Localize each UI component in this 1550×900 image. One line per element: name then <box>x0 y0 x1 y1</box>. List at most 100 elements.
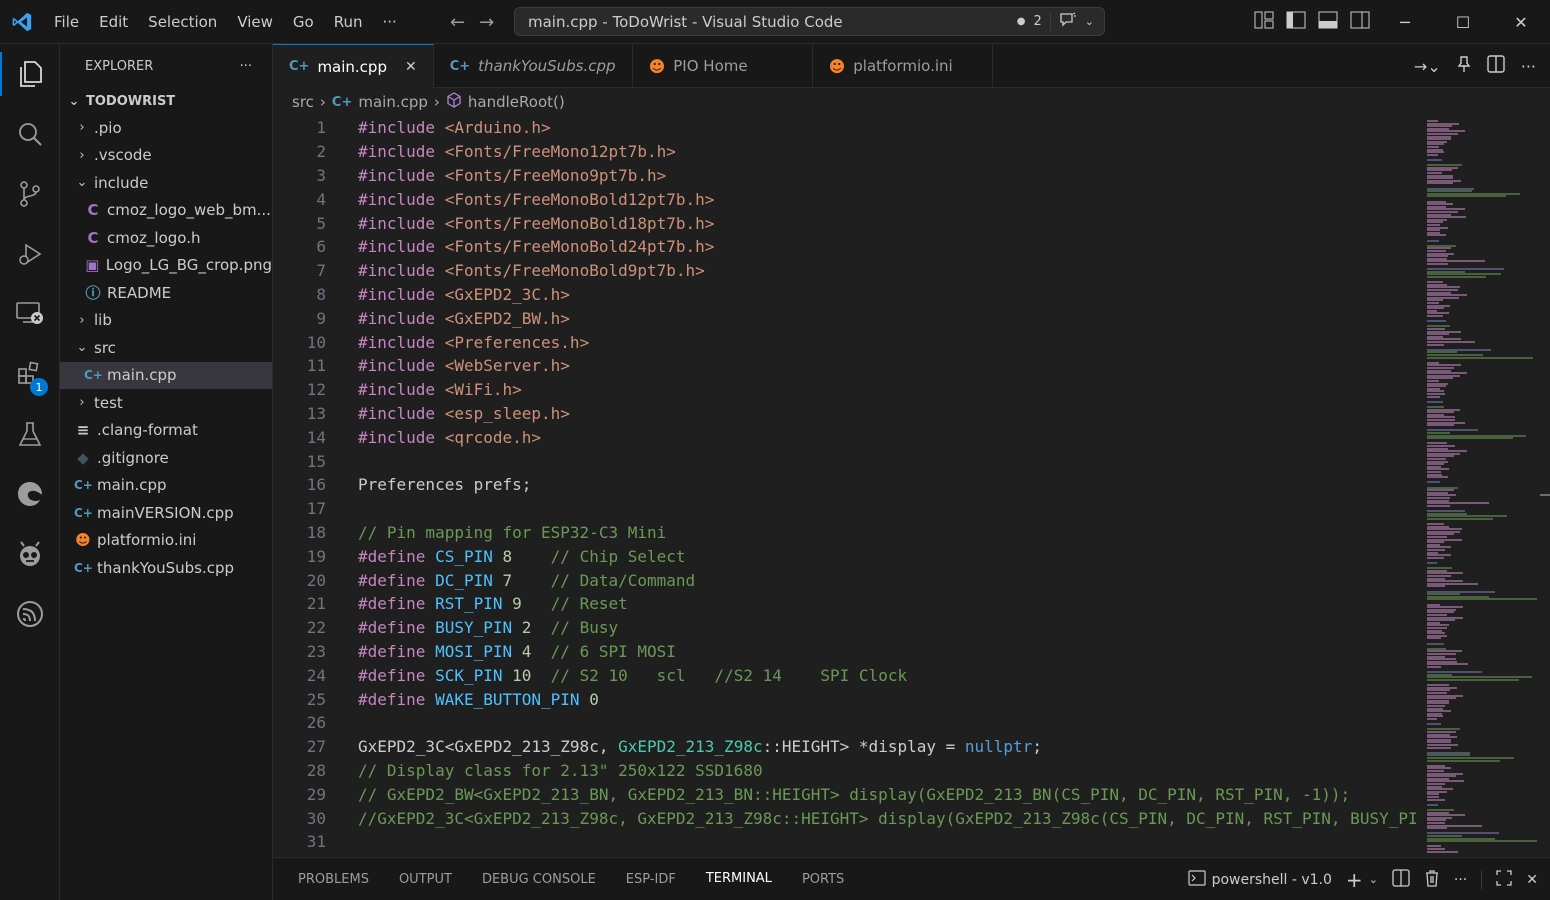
remote-explorer-icon[interactable] <box>0 284 60 344</box>
source-control-icon[interactable] <box>0 164 60 224</box>
file-item[interactable]: ⓘ README <box>60 279 272 307</box>
run-debug-icon[interactable] <box>0 224 60 284</box>
toggle-primary-sidebar-icon[interactable] <box>1286 11 1306 33</box>
chevron-down-icon[interactable]: ⌄ <box>1085 15 1094 28</box>
file-item[interactable]: C+ main.cpp <box>60 472 272 500</box>
workspace-folder-header[interactable]: ⌄ TODOWRIST <box>60 88 272 114</box>
tree-item-label: mainVERSION.cpp <box>97 503 234 522</box>
panel-tab-terminal[interactable]: TERMINAL <box>690 858 787 900</box>
code-token: RST_PIN <box>435 594 503 614</box>
close-panel-icon[interactable]: ✕ <box>1526 872 1538 888</box>
split-terminal-icon[interactable] <box>1392 868 1410 891</box>
code-token: // Busy <box>550 618 619 638</box>
cpp-file-icon: C+ <box>331 94 353 110</box>
platformio-file-icon: ☻ <box>828 56 846 76</box>
maximize-panel-icon[interactable] <box>1496 869 1512 890</box>
toggle-panel-icon[interactable] <box>1318 11 1338 33</box>
folder-item[interactable]: › lib <box>60 307 272 335</box>
panel-tab-output[interactable]: OUTPUT <box>384 858 467 900</box>
close-tab-icon[interactable]: ✕ <box>405 59 417 75</box>
menu-item-selection[interactable]: Selection <box>138 0 227 44</box>
edge-browser-icon[interactable] <box>0 464 60 524</box>
chevron-right-icon: › <box>79 312 85 328</box>
espressif-icon[interactable] <box>0 584 60 644</box>
folder-item[interactable]: ⌄ include <box>60 169 272 197</box>
folder-item[interactable]: ⌄ src <box>60 334 272 362</box>
code-text: // Display class for 2.13" 250x122 SSD16… <box>326 761 763 780</box>
code-token: #define <box>358 641 436 661</box>
folder-item[interactable]: › test <box>60 389 272 417</box>
editor-tab[interactable]: C+ thankYouSubs.cpp <box>434 44 633 88</box>
c-file-icon: C <box>87 228 99 247</box>
file-item[interactable]: ▣ Logo_LG_BG_crop.png <box>60 252 272 280</box>
pin-icon[interactable] <box>1457 55 1471 77</box>
search-icon[interactable] <box>0 104 60 164</box>
line-number: 1 <box>316 118 326 138</box>
explorer-icon[interactable] <box>0 44 60 104</box>
menu-item-edit[interactable]: Edit <box>89 0 138 44</box>
chat-icon[interactable] <box>1059 11 1077 32</box>
breadcrumb-file[interactable]: main.cpp <box>358 93 428 111</box>
code-line: 22 #define BUSY_PIN 2 // Busy <box>273 616 1423 640</box>
chevron-down-icon[interactable]: ⌄ <box>1369 873 1378 886</box>
run-arrow-icon[interactable]: →⌄ <box>1414 57 1441 76</box>
minimap[interactable] <box>1423 116 1550 857</box>
toggle-secondary-sidebar-icon[interactable] <box>1350 11 1370 33</box>
editor-tab[interactable]: ☻ platformio.ini <box>813 44 993 88</box>
platformio-icon[interactable] <box>0 524 60 584</box>
file-item[interactable]: Ccmoz_logo.h <box>60 224 272 252</box>
file-item[interactable]: ≡ .clang-format <box>60 417 272 445</box>
file-item[interactable]: C+ mainVERSION.cpp <box>60 499 272 527</box>
code-editor[interactable]: 1 #include <Arduino.h> 2 #include <Fonts/Fr… <box>273 116 1423 857</box>
file-item[interactable]: C+ thankYouSubs.cpp <box>60 554 272 582</box>
code-token: Preferences prefs; <box>358 475 532 495</box>
menu-item-view[interactable]: View <box>227 0 283 44</box>
breadcrumb-folder[interactable]: src <box>292 93 314 111</box>
file-item[interactable]: C+ main.cpp <box>60 361 272 389</box>
code-token: // Chip Select <box>550 546 686 566</box>
explorer-more-button[interactable]: ··· <box>240 59 252 74</box>
panel-tab-ports[interactable]: PORTS <box>787 858 859 900</box>
new-terminal-icon[interactable]: + <box>1346 868 1363 892</box>
forward-arrow-icon[interactable]: → <box>479 12 494 33</box>
breadcrumb-symbol[interactable]: handleRoot() <box>468 93 565 111</box>
panel-tab-problems[interactable]: PROBLEMS <box>283 858 384 900</box>
menu-item-file[interactable]: File <box>44 0 89 44</box>
customize-layout-icon[interactable] <box>1254 11 1274 33</box>
line-number: 24 <box>306 665 326 685</box>
code-token: nullptr <box>964 737 1033 757</box>
file-item[interactable]: ◆ .gitignore <box>60 444 272 472</box>
notification-count[interactable]: 2 <box>1034 14 1042 29</box>
back-arrow-icon[interactable]: ← <box>450 12 465 33</box>
code-text: #include <GxEPD2_BW.h> <box>326 309 570 328</box>
testing-icon[interactable] <box>0 404 60 464</box>
trash-icon[interactable] <box>1424 869 1440 891</box>
code-token: // Pin mapping for ESP32-C3 Mini <box>358 522 667 542</box>
file-item[interactable]: Ccmoz_logo_web_bm... <box>60 197 272 225</box>
menu-item-go[interactable]: Go <box>283 0 324 44</box>
file-item[interactable]: ☻ platformio.ini <box>60 527 272 555</box>
close-window-icon[interactable]: ✕ <box>1492 0 1550 44</box>
extensions-icon[interactable]: 1 <box>0 344 60 404</box>
folder-item[interactable]: › .vscode <box>60 142 272 170</box>
split-editor-icon[interactable] <box>1487 55 1505 77</box>
panel-tab-esp-idf[interactable]: ESP-IDF <box>611 858 691 900</box>
editor-tab[interactable]: ☻ PIO Home <box>633 44 813 88</box>
code-token: 9 <box>512 594 522 614</box>
panel-more-button[interactable]: ··· <box>1454 872 1467 888</box>
code-token: #include <box>358 284 445 304</box>
code-token: <Arduino.h> <box>444 118 551 138</box>
folder-item[interactable]: › .pio <box>60 114 272 142</box>
panel-tab-debug-console[interactable]: DEBUG CONSOLE <box>467 858 611 900</box>
menu-item-more[interactable]: ··· <box>373 0 407 44</box>
maximize-icon[interactable]: ☐ <box>1434 0 1492 44</box>
menu-item-run[interactable]: Run <box>324 0 373 44</box>
editor-tab[interactable]: C+ main.cpp ✕ <box>273 44 434 88</box>
more-actions-icon[interactable]: ··· <box>1521 57 1536 76</box>
terminal-name[interactable]: powershell - v1.0 <box>1212 872 1332 888</box>
code-token: <Fonts/FreeMono12pt7b.h> <box>444 142 676 162</box>
minimap-line <box>1427 315 1443 317</box>
command-center[interactable]: main.cpp - ToDoWrist - Visual Studio Cod… <box>514 7 1105 36</box>
minimize-icon[interactable]: ─ <box>1376 0 1434 44</box>
